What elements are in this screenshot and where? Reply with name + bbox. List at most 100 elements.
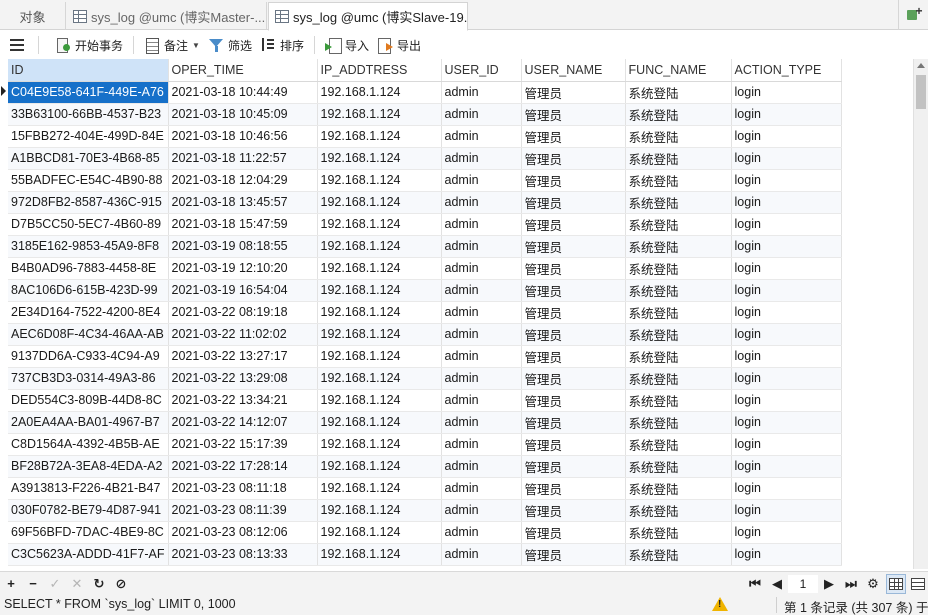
refresh-button[interactable]: ↻: [88, 574, 110, 594]
cell-func-name[interactable]: 系统登陆: [625, 125, 732, 148]
cell-oper-time[interactable]: 2021-03-19 12:10:20: [168, 257, 318, 280]
menu-icon[interactable]: [10, 39, 24, 51]
cell-id[interactable]: 2E34D164-7522-4200-8E4: [8, 301, 169, 324]
cell-id[interactable]: 972D8FB2-8587-436C-915: [8, 191, 169, 214]
table-row[interactable]: 8AC106D6-615B-423D-99 2021-03-19 16:54:04…: [8, 279, 842, 302]
column-header-oper-time[interactable]: OPER_TIME: [168, 59, 318, 82]
cell-id[interactable]: A1BBCD81-70E3-4B68-85: [8, 147, 169, 170]
table-row[interactable]: C04E9E58-641F-449E-A76 2021-03-18 10:44:4…: [8, 81, 842, 104]
cell-ip-address[interactable]: 192.168.1.124: [317, 257, 442, 280]
cell-ip-address[interactable]: 192.168.1.124: [317, 125, 442, 148]
cell-id[interactable]: 030F0782-BE79-4D87-941: [8, 499, 169, 522]
filter-button[interactable]: 筛选: [204, 34, 256, 56]
cell-func-name[interactable]: 系统登陆: [625, 543, 732, 566]
cell-ip-address[interactable]: 192.168.1.124: [317, 543, 442, 566]
cell-oper-time[interactable]: 2021-03-18 13:45:57: [168, 191, 318, 214]
cell-user-name[interactable]: 管理员: [521, 389, 626, 412]
cell-user-id[interactable]: admin: [441, 433, 522, 456]
cell-user-name[interactable]: 管理员: [521, 433, 626, 456]
prev-page-button[interactable]: ◀: [766, 574, 788, 594]
cell-oper-time[interactable]: 2021-03-23 08:11:18: [168, 477, 318, 500]
cell-user-name[interactable]: 管理员: [521, 367, 626, 390]
cell-id[interactable]: DED554C3-809B-44D8-8C: [8, 389, 169, 412]
cell-ip-address[interactable]: 192.168.1.124: [317, 389, 442, 412]
cell-oper-time[interactable]: 2021-03-18 12:04:29: [168, 169, 318, 192]
cell-user-id[interactable]: admin: [441, 521, 522, 544]
cell-user-name[interactable]: 管理员: [521, 323, 626, 346]
cell-id[interactable]: C04E9E58-641F-449E-A76: [8, 81, 169, 104]
cell-user-name[interactable]: 管理员: [521, 125, 626, 148]
cell-user-id[interactable]: admin: [441, 543, 522, 566]
cell-action-type[interactable]: login: [731, 389, 842, 412]
cell-ip-address[interactable]: 192.168.1.124: [317, 147, 442, 170]
delete-record-button[interactable]: −: [22, 574, 44, 594]
cell-user-id[interactable]: admin: [441, 103, 522, 126]
cell-user-name[interactable]: 管理员: [521, 235, 626, 258]
column-header-user-id[interactable]: USER_ID: [441, 59, 522, 82]
cell-oper-time[interactable]: 2021-03-22 14:12:07: [168, 411, 318, 434]
export-button[interactable]: 导出: [373, 34, 425, 56]
cell-user-id[interactable]: admin: [441, 213, 522, 236]
cell-id[interactable]: 9137DD6A-C933-4C94-A9: [8, 345, 169, 368]
cell-user-id[interactable]: admin: [441, 279, 522, 302]
cell-ip-address[interactable]: 192.168.1.124: [317, 169, 442, 192]
cell-oper-time[interactable]: 2021-03-23 08:11:39: [168, 499, 318, 522]
cell-id[interactable]: A3913813-F226-4B21-B47: [8, 477, 169, 500]
table-row[interactable]: AEC6D08F-4C34-46AA-AB 2021-03-22 11:02:02…: [8, 323, 842, 346]
cell-id[interactable]: BF28B72A-3EA8-4EDA-A2: [8, 455, 169, 478]
table-row[interactable]: 030F0782-BE79-4D87-941 2021-03-23 08:11:3…: [8, 499, 842, 522]
cell-oper-time[interactable]: 2021-03-22 15:17:39: [168, 433, 318, 456]
last-page-button[interactable]: ⏭: [840, 574, 862, 594]
cell-action-type[interactable]: login: [731, 433, 842, 456]
cell-func-name[interactable]: 系统登陆: [625, 147, 732, 170]
cell-user-id[interactable]: admin: [441, 147, 522, 170]
cell-func-name[interactable]: 系统登陆: [625, 455, 732, 478]
cell-user-name[interactable]: 管理员: [521, 279, 626, 302]
cell-action-type[interactable]: login: [731, 257, 842, 280]
cell-oper-time[interactable]: 2021-03-22 13:34:21: [168, 389, 318, 412]
cell-oper-time[interactable]: 2021-03-19 08:18:55: [168, 235, 318, 258]
table-row[interactable]: 33B63100-66BB-4537-B23 2021-03-18 10:45:0…: [8, 103, 842, 126]
cell-func-name[interactable]: 系统登陆: [625, 279, 732, 302]
table-row[interactable]: 2A0EA4AA-BA01-4967-B7 2021-03-22 14:12:07…: [8, 411, 842, 434]
cell-ip-address[interactable]: 192.168.1.124: [317, 235, 442, 258]
cell-user-id[interactable]: admin: [441, 191, 522, 214]
cell-action-type[interactable]: login: [731, 169, 842, 192]
cell-user-id[interactable]: admin: [441, 235, 522, 258]
cell-user-name[interactable]: 管理员: [521, 345, 626, 368]
cell-oper-time[interactable]: 2021-03-23 08:13:33: [168, 543, 318, 566]
cell-ip-address[interactable]: 192.168.1.124: [317, 499, 442, 522]
cell-user-id[interactable]: admin: [441, 345, 522, 368]
warning-icon[interactable]: [712, 597, 728, 611]
column-header-user-name[interactable]: USER_NAME: [521, 59, 626, 82]
next-page-button[interactable]: ▶: [818, 574, 840, 594]
cell-action-type[interactable]: login: [731, 543, 842, 566]
cell-user-id[interactable]: admin: [441, 477, 522, 500]
cell-ip-address[interactable]: 192.168.1.124: [317, 323, 442, 346]
cell-user-id[interactable]: admin: [441, 169, 522, 192]
cell-action-type[interactable]: login: [731, 279, 842, 302]
import-button[interactable]: 导入: [321, 34, 373, 56]
table-row[interactable]: C8D1564A-4392-4B5B-AE 2021-03-22 15:17:39…: [8, 433, 842, 456]
cell-action-type[interactable]: login: [731, 367, 842, 390]
cell-action-type[interactable]: login: [731, 81, 842, 104]
cell-user-name[interactable]: 管理员: [521, 147, 626, 170]
cell-user-name[interactable]: 管理员: [521, 521, 626, 544]
first-page-button[interactable]: ⏮: [744, 574, 766, 594]
scroll-up-icon[interactable]: [917, 63, 925, 68]
cell-func-name[interactable]: 系统登陆: [625, 367, 732, 390]
table-row[interactable]: 972D8FB2-8587-436C-915 2021-03-18 13:45:5…: [8, 191, 842, 214]
cell-id[interactable]: B4B0AD96-7883-4458-8E: [8, 257, 169, 280]
cell-func-name[interactable]: 系统登陆: [625, 301, 732, 324]
cell-oper-time[interactable]: 2021-03-22 13:27:17: [168, 345, 318, 368]
cell-action-type[interactable]: login: [731, 411, 842, 434]
cell-oper-time[interactable]: 2021-03-19 16:54:04: [168, 279, 318, 302]
cell-action-type[interactable]: login: [731, 477, 842, 500]
column-header-ip-address[interactable]: IP_ADDTRESS: [317, 59, 442, 82]
cell-func-name[interactable]: 系统登陆: [625, 345, 732, 368]
stop-button[interactable]: ⊘: [110, 574, 132, 594]
cell-oper-time[interactable]: 2021-03-18 10:46:56: [168, 125, 318, 148]
cell-action-type[interactable]: login: [731, 301, 842, 324]
cell-ip-address[interactable]: 192.168.1.124: [317, 367, 442, 390]
grid-view-button[interactable]: [886, 574, 906, 594]
